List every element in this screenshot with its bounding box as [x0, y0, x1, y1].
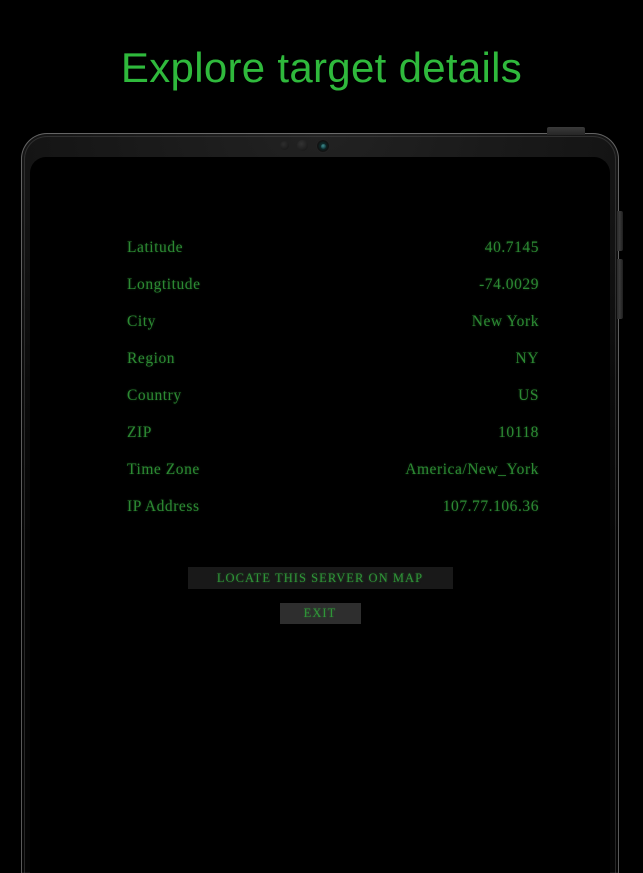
power-button[interactable]: [547, 127, 585, 135]
detail-value: New York: [471, 313, 539, 330]
proximity-sensor-icon: [280, 141, 289, 150]
detail-row-ip-address: IP Address 107.77.106.36: [127, 498, 539, 535]
detail-value: US: [518, 387, 539, 404]
detail-value: America/New_York: [405, 461, 539, 478]
detail-value: -74.0029: [479, 276, 539, 293]
front-camera-icon: [317, 140, 329, 152]
volume-down-button[interactable]: [617, 259, 623, 319]
detail-value: NY: [515, 350, 539, 367]
detail-label: City: [127, 313, 156, 330]
detail-value: 10118: [498, 424, 539, 441]
target-details-list: Latitude 40.7145 Longtitude -74.0029 Cit…: [127, 239, 539, 535]
detail-label: Region: [127, 350, 176, 367]
detail-row-region: Region NY: [127, 350, 539, 387]
detail-label: ZIP: [127, 424, 152, 441]
detail-row-country: Country US: [127, 387, 539, 424]
detail-row-longtitude: Longtitude -74.0029: [127, 276, 539, 313]
detail-row-latitude: Latitude 40.7145: [127, 239, 539, 276]
detail-label: Country: [127, 387, 182, 404]
sensor-cluster: [276, 139, 356, 153]
locate-server-on-map-button[interactable]: LOCATE THIS SERVER ON MAP: [187, 567, 453, 589]
detail-label: Time Zone: [127, 461, 200, 478]
action-button-group: LOCATE THIS SERVER ON MAP EXIT: [30, 567, 610, 624]
detail-value: 107.77.106.36: [442, 498, 539, 515]
device-screen: Latitude 40.7145 Longtitude -74.0029 Cit…: [30, 157, 610, 873]
detail-row-city: City New York: [127, 313, 539, 350]
detail-label: Latitude: [127, 239, 184, 256]
detail-label: Longtitude: [127, 276, 201, 293]
ambient-light-sensor-icon: [297, 140, 308, 151]
detail-row-zip: ZIP 10118: [127, 424, 539, 461]
detail-label: IP Address: [127, 498, 200, 515]
tablet-device-frame: Latitude 40.7145 Longtitude -74.0029 Cit…: [21, 127, 623, 873]
detail-row-time-zone: Time Zone America/New_York: [127, 461, 539, 498]
volume-up-button[interactable]: [617, 211, 623, 251]
page-title: Explore target details: [120, 44, 523, 91]
detail-value: 40.7145: [484, 239, 539, 256]
exit-button[interactable]: EXIT: [279, 603, 361, 624]
